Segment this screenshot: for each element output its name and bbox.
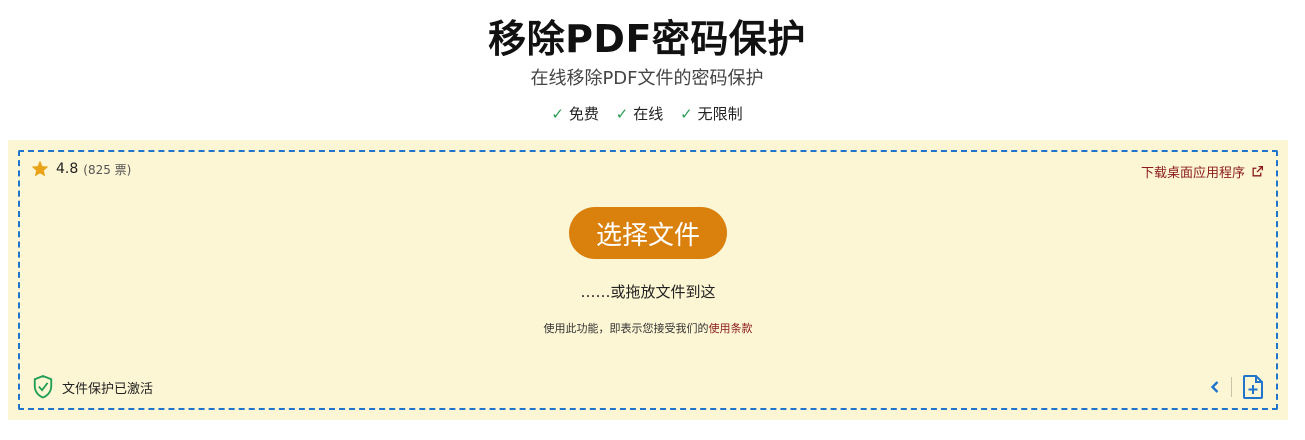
add-file-icon [1243,375,1263,399]
download-desktop-app-link[interactable]: 下载桌面应用程序 [1141,162,1264,181]
shield-check-icon [33,375,53,399]
rating-votes: (825 票) [83,162,132,177]
file-dropzone[interactable]: 4.8 (825 票) 下载桌面应用程序 选择文件 ……或拖放文件到这 使用此功… [18,150,1278,410]
external-link-icon [1252,165,1264,177]
add-file-button[interactable] [1242,374,1264,400]
terms-prefix: 使用此功能，即表示您接受我们的 [543,322,709,335]
feature-list: ✓ 免费 ✓ 在线 ✓ 无限制 [0,103,1294,124]
terms-of-use-link[interactable]: 使用条款 [709,322,753,335]
choose-file-button[interactable]: 选择文件 [569,207,727,259]
feature-label: 免费 [568,105,599,123]
star-icon [31,160,49,177]
file-protection-label: 文件保护已激活 [62,381,154,397]
feature-label: 无限制 [697,105,743,123]
collapse-button[interactable] [1209,379,1221,395]
page-title: 移除PDF密码保护 [488,17,806,61]
upload-tools [1209,374,1264,400]
feature-unlimited: ✓ 无限制 [680,103,743,124]
terms-notice: 使用此功能，即表示您接受我们的使用条款 [20,320,1276,336]
rating[interactable]: 4.8 (825 票) [30,159,131,179]
check-icon: ✓ [680,105,693,123]
page-subtitle: 在线移除PDF文件的密码保护 [530,68,764,89]
chevron-left-icon [1210,381,1219,393]
file-protection-status: 文件保护已激活 [32,374,153,400]
check-icon: ✓ [551,105,564,123]
rating-value: 4.8 [56,161,79,177]
check-icon: ✓ [615,105,629,123]
divider [1231,377,1232,397]
download-desktop-app-label: 下载桌面应用程序 [1140,166,1245,181]
feature-label: 在线 [633,105,664,123]
drop-hint: ……或拖放文件到这 [580,283,716,301]
feature-free: ✓ 免费 [551,103,599,124]
feature-online: ✓ 在线 [616,103,664,124]
